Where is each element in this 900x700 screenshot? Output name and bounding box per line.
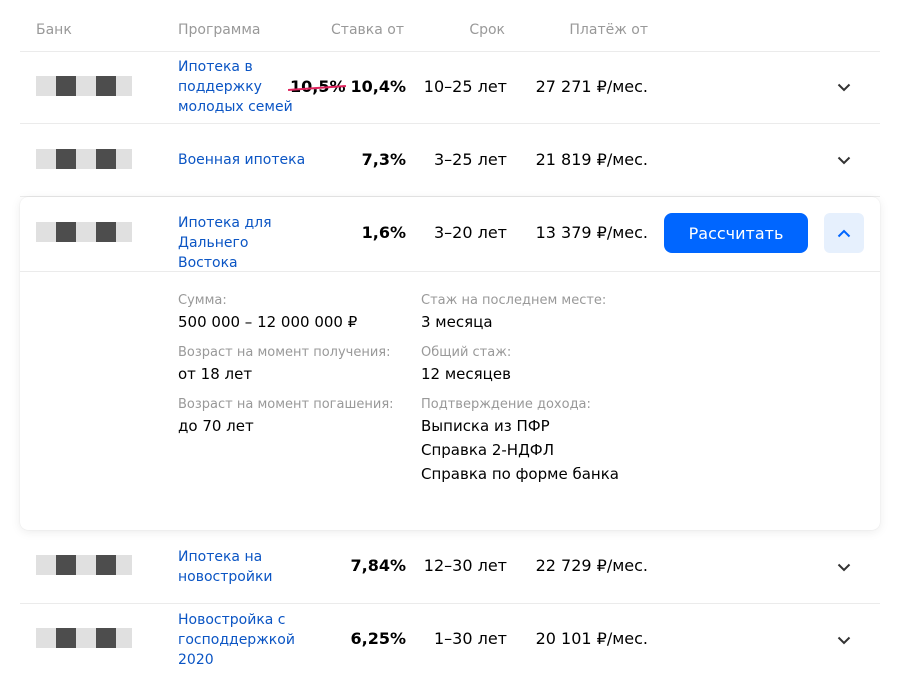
- chevron-down-icon: [837, 83, 851, 91]
- bank-logo: [36, 76, 132, 96]
- header-payment: Платёж от: [569, 22, 648, 38]
- term-value: 3–20 лет: [433, 223, 507, 242]
- calculate-button[interactable]: Рассчитать: [664, 213, 808, 253]
- program-link[interactable]: Ипотека в поддержку молодых семей: [178, 57, 308, 117]
- detail-value-amount: 500 000 – 12 000 000 ₽: [178, 313, 358, 331]
- expand-toggle[interactable]: [824, 140, 864, 180]
- rate-value: 1,6%: [361, 223, 406, 242]
- header-program: Программа: [178, 22, 261, 38]
- header-rate: Ставка от: [331, 22, 404, 38]
- detail-value-income-proof-3: Справка по форме банка: [421, 465, 619, 483]
- table-row[interactable]: Ипотека на новостройки 7,84% 12–30 лет 2…: [20, 531, 880, 604]
- mortgage-offers-table: Банк Программа Ставка от Срок Платёж от …: [0, 0, 900, 700]
- payment-value: 27 271 ₽/мес.: [535, 77, 648, 96]
- table-header: Банк Программа Ставка от Срок Платёж от: [20, 0, 880, 52]
- program-link[interactable]: Ипотека для Дальнего Востока: [178, 213, 308, 273]
- program-link[interactable]: Ипотека на новостройки: [178, 547, 308, 587]
- term-value: 3–25 лет: [433, 150, 507, 169]
- offer-details: Сумма: 500 000 – 12 000 000 ₽ Возраст на…: [20, 271, 880, 530]
- details-left-column: Сумма: 500 000 – 12 000 000 ₽ Возраст на…: [178, 292, 394, 448]
- bank-logo: [36, 149, 132, 169]
- payment-value: 21 819 ₽/мес.: [535, 150, 648, 169]
- program-link[interactable]: Новостройка с господдержкой 2020: [178, 610, 308, 670]
- detail-label-last-job: Стаж на последнем месте:: [421, 293, 607, 308]
- chevron-down-icon: [837, 563, 851, 571]
- collapse-toggle[interactable]: [824, 213, 864, 253]
- rate-value: 10,5% 10,4%: [290, 77, 406, 96]
- expand-toggle[interactable]: [824, 620, 864, 660]
- payment-value: 13 379 ₽/мес.: [535, 223, 648, 242]
- detail-value-age-start: от 18 лет: [178, 365, 253, 383]
- chevron-down-icon: [837, 156, 851, 164]
- detail-label-amount: Сумма:: [178, 293, 227, 308]
- detail-value-last-job: 3 месяца: [421, 313, 493, 331]
- chevron-down-icon: [837, 636, 851, 644]
- term-value: 12–30 лет: [423, 556, 507, 575]
- detail-value-total-exp: 12 месяцев: [421, 365, 511, 383]
- detail-value-income-proof-1: Выписка из ПФР: [421, 417, 550, 435]
- header-bank: Банк: [36, 22, 72, 38]
- bank-logo: [36, 628, 132, 648]
- detail-label-age-start: Возраст на момент получения:: [178, 345, 391, 360]
- old-rate: 10,5%: [289, 77, 346, 96]
- expand-toggle[interactable]: [824, 547, 864, 587]
- payment-value: 22 729 ₽/мес.: [535, 556, 648, 575]
- term-value: 1–30 лет: [433, 629, 507, 648]
- table-row-expanded[interactable]: Ипотека для Дальнего Востока 1,6% 3–20 л…: [20, 197, 880, 530]
- detail-value-income-proof-2: Справка 2-НДФЛ: [421, 441, 555, 459]
- table-row[interactable]: Военная ипотека 7,3% 3–25 лет 21 819 ₽/м…: [20, 124, 880, 197]
- chevron-up-icon: [837, 229, 851, 237]
- header-term: Срок: [469, 22, 505, 38]
- rate-value: 7,84%: [350, 556, 406, 575]
- current-rate: 10,4%: [350, 77, 406, 96]
- table-row[interactable]: Ипотека в поддержку молодых семей 10,5% 1…: [20, 51, 880, 124]
- detail-value-age-end: до 70 лет: [178, 417, 254, 435]
- table-row[interactable]: Новостройка с господдержкой 2020 6,25% 1…: [20, 604, 880, 700]
- program-link[interactable]: Военная ипотека: [178, 150, 308, 170]
- rate-value: 6,25%: [350, 629, 406, 648]
- term-value: 10–25 лет: [423, 77, 507, 96]
- rate-value: 7,3%: [361, 150, 406, 169]
- expand-toggle[interactable]: [824, 67, 864, 107]
- detail-label-total-exp: Общий стаж:: [421, 345, 512, 360]
- details-right-column: Стаж на последнем месте: 3 месяца Общий …: [421, 292, 619, 486]
- detail-label-age-end: Возраст на момент погашения:: [178, 397, 394, 412]
- bank-logo: [36, 555, 132, 575]
- payment-value: 20 101 ₽/мес.: [535, 629, 648, 648]
- detail-label-income-proof: Подтверждение дохода:: [421, 397, 591, 412]
- bank-logo: [36, 222, 132, 242]
